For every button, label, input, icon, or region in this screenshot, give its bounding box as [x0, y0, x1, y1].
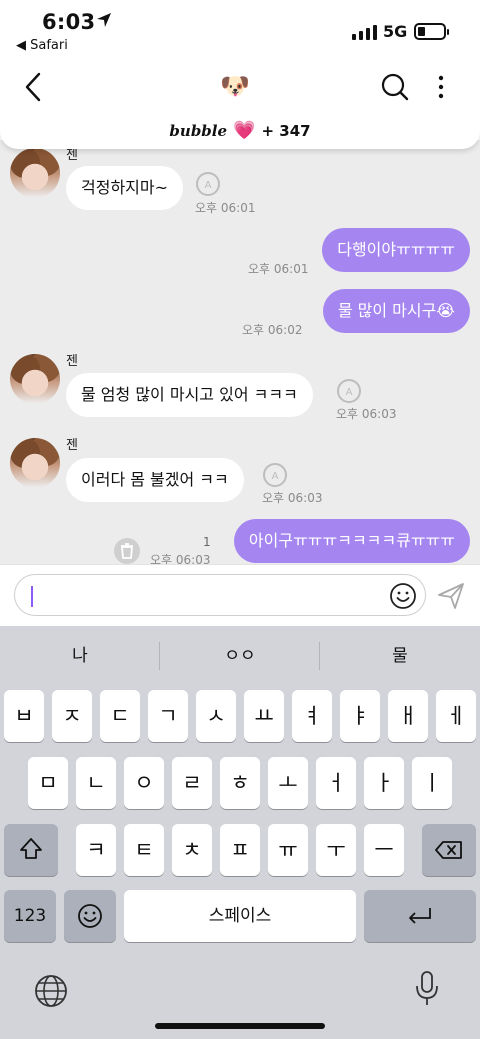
heart-icon: 💗 [233, 120, 256, 141]
key[interactable]: ㅊ [172, 824, 212, 876]
key[interactable]: ㅇ [124, 757, 164, 809]
network-type: 5G [383, 22, 408, 41]
key[interactable]: ㅜ [316, 824, 356, 876]
key[interactable]: ㅋ [76, 824, 116, 876]
key[interactable]: ㅣ [412, 757, 452, 809]
location-arrow-icon [97, 13, 111, 27]
key[interactable]: ㅕ [292, 690, 332, 742]
message-bubble[interactable]: 걱정하지마~ [66, 166, 184, 210]
key[interactable]: ㅏ [364, 757, 404, 809]
key[interactable]: ㅐ [388, 690, 428, 742]
message-bubble[interactable]: 다행이야ㅠㅠㅠㅠ [322, 228, 470, 272]
bubble-brand-label: bubble [169, 121, 228, 140]
sender-name: 젠 [66, 438, 78, 453]
back-to-safari-link[interactable]: ◀ Safari [16, 38, 68, 53]
key[interactable]: ㅅ [196, 690, 236, 742]
key[interactable]: ㅓ [316, 757, 356, 809]
key[interactable]: ㄴ [76, 757, 116, 809]
message-bubble[interactable]: 물 엄청 많이 마시고 있어 ㅋㅋㅋ [66, 373, 313, 417]
suggestion-item[interactable]: ㅇㅇ [160, 626, 320, 686]
message-bubble[interactable]: 이러다 몸 불겠어 ㅋㅋ [66, 458, 244, 502]
key[interactable]: ㅎ [220, 757, 260, 809]
return-key[interactable] [364, 890, 476, 942]
key[interactable]: ㅛ [244, 690, 284, 742]
translate-icon[interactable]: A [336, 378, 362, 404]
backspace-icon [435, 841, 462, 859]
shift-icon [20, 838, 42, 859]
message-time: 오후 06:03 [262, 491, 323, 505]
keyboard: 나 ㅇㅇ 물 ㅂ ㅈ ㄷ ㄱ ㅅ ㅛ ㅕ ㅑ ㅐ ㅔ ㅁ ㄴ ㅇ ㄹ ㅎ ㅗ ㅓ… [0, 626, 480, 1039]
suggestion-bar: 나 ㅇㅇ 물 [0, 626, 480, 686]
key[interactable]: ㅑ [340, 690, 380, 742]
numbers-key[interactable]: 123 [4, 890, 56, 942]
chat-header: 🐶 [0, 58, 480, 116]
chat-title-emoji: 🐶 [220, 72, 250, 100]
message-time: 오후 06:03 [336, 407, 397, 421]
key[interactable]: ㅌ [124, 824, 164, 876]
backspace-key[interactable] [422, 824, 476, 876]
text-caret [31, 586, 33, 607]
bubble-count-banner[interactable]: bubble 💗 + 347 [0, 113, 480, 149]
message-input-container[interactable] [14, 574, 426, 616]
avatar[interactable] [10, 438, 60, 488]
key[interactable]: ㅡ [364, 824, 404, 876]
key[interactable]: ㅠ [268, 824, 308, 876]
globe-icon[interactable] [34, 974, 68, 1008]
key[interactable]: ㅂ [4, 690, 44, 742]
more-options-icon[interactable] [430, 72, 452, 102]
message-time: 오후 06:01 [248, 262, 309, 276]
key[interactable]: ㄹ [172, 757, 212, 809]
emoji-icon [78, 904, 102, 928]
sender-name: 젠 [66, 354, 78, 369]
key[interactable]: ㄷ [100, 690, 140, 742]
message-bubble[interactable]: 아이구ㅠㅠㅠㅋㅋㅋㅋ큐ㅠㅠㅠ [233, 519, 470, 563]
key[interactable]: ㅔ [436, 690, 476, 742]
key[interactable]: ㅗ [268, 757, 308, 809]
suggestion-item[interactable]: 물 [320, 626, 480, 686]
trash-icon [121, 543, 133, 559]
status-bar: 6:03 ◀ Safari 5G [0, 0, 480, 58]
message-input-bar [0, 564, 480, 626]
translate-icon[interactable]: A [195, 171, 221, 197]
key[interactable]: ㅍ [220, 824, 260, 876]
shift-key[interactable] [4, 824, 58, 876]
delete-message-button[interactable] [114, 538, 140, 564]
return-icon [409, 908, 431, 924]
chat-area[interactable]: 젠 걱정하지마~ A 오후 06:01 다행이야ㅠㅠㅠㅠ 오후 06:01 물 … [0, 140, 480, 564]
suggestion-item[interactable]: 나 [0, 626, 160, 686]
battery-icon [414, 23, 446, 40]
message-time: 오후 06:01 [195, 201, 256, 215]
emoji-icon[interactable] [389, 582, 417, 610]
message-input[interactable] [39, 581, 379, 611]
translate-icon[interactable]: A [262, 462, 288, 488]
key[interactable]: ㅁ [28, 757, 68, 809]
signal-icon [352, 25, 377, 40]
emoji-key[interactable] [64, 890, 116, 942]
avatar[interactable] [10, 354, 60, 404]
avatar[interactable] [10, 148, 60, 198]
battery-cap [447, 29, 449, 35]
status-time: 6:03 [42, 10, 96, 34]
back-chevron-icon[interactable] [20, 70, 48, 104]
message-time: 오후 06:02 [242, 323, 303, 337]
microphone-icon[interactable] [414, 970, 440, 1008]
key[interactable]: ㄱ [148, 690, 188, 742]
unread-count: 1 [203, 535, 211, 549]
home-indicator [155, 1023, 325, 1029]
message-bubble[interactable]: 물 많이 마시구😭 [322, 289, 470, 333]
search-icon[interactable] [380, 72, 410, 102]
bubble-count: + 347 [261, 121, 311, 140]
send-icon[interactable] [436, 581, 466, 611]
svg-text:A: A [272, 471, 279, 482]
message-time: 오후 06:03 [150, 553, 211, 564]
svg-text:A: A [346, 387, 353, 398]
key[interactable]: ㅈ [52, 690, 92, 742]
svg-text:A: A [205, 180, 212, 191]
space-key[interactable]: 스페이스 [124, 890, 356, 942]
